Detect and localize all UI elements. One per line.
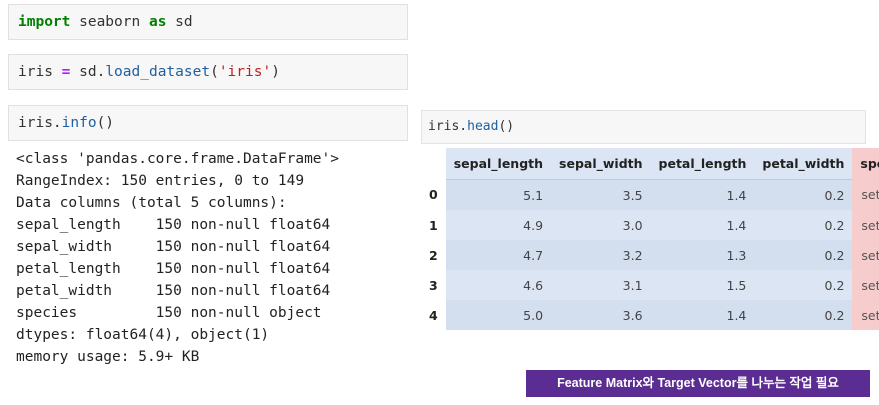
table-cell: 1.4 — [650, 300, 755, 330]
table-row: 4 5.0 3.6 1.4 0.2 setosa — [421, 300, 879, 330]
table-cell: 3.0 — [551, 210, 651, 240]
module-alias: sd — [166, 14, 193, 30]
code-cell-import[interactable]: import seaborn as sd — [8, 4, 408, 40]
variable-iris: iris — [18, 64, 62, 80]
table-cell: 1.5 — [650, 270, 755, 300]
variable-iris: iris. — [428, 119, 468, 134]
table-cell: 0.2 — [754, 210, 853, 240]
function-head: head — [467, 119, 499, 134]
module-ref: sd. — [70, 64, 106, 80]
table-cell: 3.5 — [551, 179, 651, 210]
variable-iris: iris. — [18, 115, 62, 131]
table-cell: 0.2 — [754, 300, 853, 330]
string-arg: 'iris' — [218, 64, 272, 80]
table-cell: 5.1 — [445, 179, 552, 210]
table-header-row: sepal_length sepal_width petal_length pe… — [421, 148, 879, 180]
table-cell: 1.4 — [650, 179, 755, 210]
output-line: petal_length 150 non-null float64 — [16, 261, 331, 277]
output-line: <class 'pandas.core.frame.DataFrame'> — [16, 151, 340, 167]
output-line: sepal_width 150 non-null float64 — [16, 239, 331, 255]
index-header — [421, 148, 446, 180]
table-cell: 3.1 — [551, 270, 651, 300]
code-cell-load-dataset[interactable]: iris = sd.load_dataset('iris') — [8, 54, 408, 90]
code-cell-info[interactable]: iris.info() — [8, 105, 408, 141]
table-row: 1 4.9 3.0 1.4 0.2 setosa — [421, 210, 879, 240]
table-cell: 3.2 — [551, 240, 651, 270]
annotation-badge: Feature Matrix와 Target Vector를 나누는 작업 필요 — [526, 370, 870, 397]
module-name: seaborn — [70, 14, 149, 30]
table-cell: 4.6 — [445, 270, 552, 300]
output-line: dtypes: float64(4), object(1) — [16, 327, 270, 343]
output-line: RangeIndex: 150 entries, 0 to 149 — [16, 173, 305, 189]
dataframe-table: sepal_length sepal_width petal_length pe… — [421, 148, 879, 330]
column-header: petal_width — [754, 148, 853, 180]
table-cell: 3.6 — [551, 300, 651, 330]
target-column-header: species — [852, 148, 879, 180]
row-index: 1 — [429, 217, 438, 233]
keyword-import: import — [18, 14, 71, 30]
code-cell-head[interactable]: iris.head() — [421, 110, 866, 144]
open-paren: ( — [210, 64, 219, 80]
keyword-as: as — [148, 14, 167, 30]
target-cell: setosa — [852, 300, 879, 330]
table-cell: 0.2 — [754, 270, 853, 300]
target-cell: setosa — [852, 210, 879, 240]
table-row: 3 4.6 3.1 1.5 0.2 setosa — [421, 270, 879, 300]
info-output: <class 'pandas.core.frame.DataFrame'> Ran… — [16, 148, 339, 368]
table-cell: 1.4 — [650, 210, 755, 240]
table-cell: 4.9 — [445, 210, 552, 240]
table-cell: 5.0 — [445, 300, 552, 330]
table-cell: 0.2 — [754, 240, 853, 270]
output-line: memory usage: 5.9+ KB — [16, 349, 200, 365]
table-row: 2 4.7 3.2 1.3 0.2 setosa — [421, 240, 879, 270]
row-index: 2 — [429, 247, 438, 263]
table-row: 0 5.1 3.5 1.4 0.2 setosa — [421, 179, 879, 210]
target-cell: setosa — [852, 179, 879, 210]
row-index: 3 — [429, 277, 438, 293]
table-cell: 0.2 — [754, 179, 853, 210]
column-header: sepal_width — [551, 148, 651, 180]
column-header: sepal_length — [445, 148, 552, 180]
target-cell: setosa — [852, 240, 879, 270]
table-cell: 1.3 — [650, 240, 755, 270]
call-parens: () — [96, 115, 115, 131]
row-index: 4 — [429, 307, 438, 323]
call-parens: () — [498, 119, 515, 134]
output-line: species 150 non-null object — [16, 305, 322, 321]
row-index: 0 — [429, 187, 438, 203]
close-paren: ) — [271, 64, 280, 80]
output-line: Data columns (total 5 columns): — [16, 195, 287, 211]
target-cell: setosa — [852, 270, 879, 300]
output-line: sepal_length 150 non-null float64 — [16, 217, 331, 233]
table-cell: 4.7 — [445, 240, 552, 270]
function-info: info — [61, 115, 97, 131]
column-header: petal_length — [650, 148, 755, 180]
output-line: petal_width 150 non-null float64 — [16, 283, 331, 299]
function-load-dataset: load_dataset — [105, 64, 211, 80]
